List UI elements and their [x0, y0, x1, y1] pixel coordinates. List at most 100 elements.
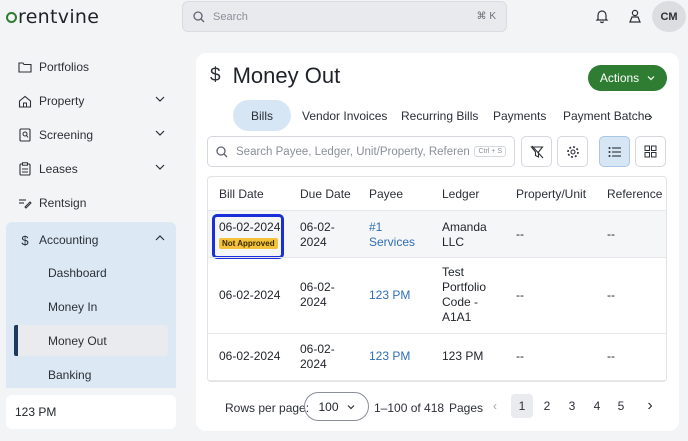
table-row[interactable]: 06-02-2024 Not Approved 06-02- 2024 #1 S… [208, 210, 666, 259]
rows-per-page-select[interactable]: 100 [304, 392, 369, 421]
payee-link[interactable]: 123 PM [369, 349, 410, 364]
column-header-reference[interactable]: Reference [607, 177, 662, 210]
bill-date: 06-02-2024 [219, 220, 281, 234]
prev-page-button[interactable]: ‹ [484, 394, 506, 418]
screening-icon [18, 128, 32, 142]
sidebar-subitem-money-in[interactable]: Money In [48, 292, 97, 322]
reference-cell: -- [607, 288, 615, 302]
chevron-left-icon: ‹ [493, 399, 497, 413]
tab-payment-batches[interactable]: Payment Batche [563, 100, 651, 131]
header-label: Property/Unit [516, 186, 587, 201]
tab-label: Recurring Bills [401, 108, 479, 123]
grid-icon [644, 145, 657, 158]
clipboard-icon [18, 162, 32, 176]
tab-payments[interactable]: Payments [493, 100, 546, 131]
payee-link[interactable]: 123 PM [369, 288, 410, 303]
chevron-down-icon [347, 404, 354, 409]
sidebar-item-screening[interactable]: Screening [15, 120, 177, 150]
sidebar-item-accounting[interactable]: $ Accounting [15, 225, 177, 255]
signature-icon [18, 196, 32, 210]
tab-label: Bills [250, 108, 273, 123]
due-date-line: 2024 [300, 357, 327, 371]
pagination-bar: Rows per page: 100 1–100 of 418 Pages ‹ … [196, 388, 679, 428]
due-date-line: 2024 [300, 235, 327, 249]
ledger-line: LLC [442, 235, 465, 249]
payee-link[interactable]: #1 Services [369, 220, 415, 250]
table-search-input[interactable]: Search Payee, Ledger, Unit/Property, Ref… [207, 136, 515, 167]
sidebar-item-label: Accounting [39, 233, 99, 247]
page-button-1[interactable]: 1 [511, 394, 533, 418]
avatar-initials: CM [660, 10, 678, 23]
search-icon [216, 145, 228, 157]
active-item-indicator [14, 325, 18, 356]
user-support-icon[interactable] [627, 8, 643, 24]
header-label: Payee [369, 186, 404, 201]
page-button-5[interactable]: 5 [610, 394, 632, 418]
actions-label: Actions [599, 71, 640, 85]
settings-button[interactable] [557, 136, 588, 167]
logo-text: rentvine [18, 6, 100, 28]
tab-bills[interactable]: Bills [233, 100, 291, 131]
table-search-shortcut: Ctrl + S [474, 146, 506, 157]
sidebar-item-property[interactable]: Property [15, 86, 177, 116]
payee-line: #1 [369, 220, 383, 234]
table-row[interactable]: 06-02-2024 06-02- 2024 123 PM Test Portf… [208, 257, 666, 333]
clear-filter-button[interactable] [521, 136, 552, 167]
next-page-button[interactable]: › [639, 394, 661, 418]
table-row[interactable]: 06-02-2024 06-02- 2024 123 PM 123 PM -- … [208, 333, 666, 380]
sidebar-item-portfolios[interactable]: Portfolios [15, 52, 177, 82]
list-icon [608, 146, 621, 157]
sidebar-item-label: Screening [39, 128, 94, 142]
sidebar-item-rentsign[interactable]: Rentsign [15, 188, 177, 218]
subitem-label: Dashboard [48, 266, 107, 280]
status-badge: Not Approved [219, 238, 278, 249]
tabs-scroll-right-icon[interactable]: › [648, 108, 653, 124]
column-header-property-unit[interactable]: Property/Unit [516, 177, 586, 210]
tab-recurring-bills[interactable]: Recurring Bills [401, 100, 478, 131]
chevron-down-icon [155, 164, 165, 170]
global-search-input[interactable]: Search ⌘ K [182, 1, 507, 32]
ledger-cell: Amanda LLC [442, 220, 487, 250]
column-header-due-date[interactable]: Due Date [300, 177, 351, 210]
column-header-ledger[interactable]: Ledger [442, 177, 479, 210]
property-unit-cell: -- [516, 288, 524, 302]
ledger-line: Code - [442, 295, 479, 309]
page-number: 5 [617, 399, 625, 413]
rentvine-logo[interactable]: rentvine [6, 7, 99, 27]
due-date-cell: 06-02- 2024 [300, 220, 335, 250]
sidebar-subitem-money-out[interactable]: Money Out [48, 326, 107, 356]
sidebar-subitem-dashboard[interactable]: Dashboard [48, 258, 107, 288]
chevron-up-icon [155, 235, 165, 241]
page-button-3[interactable]: 3 [561, 394, 583, 418]
grid-view-button[interactable] [635, 136, 666, 167]
header-label: Reference [607, 186, 663, 201]
actions-button[interactable]: Actions [588, 65, 667, 91]
bell-icon[interactable] [594, 8, 610, 24]
tab-vendor-invoices[interactable]: Vendor Invoices [302, 100, 387, 131]
list-view-button[interactable] [599, 136, 630, 167]
sidebar-item-leases[interactable]: Leases [15, 154, 177, 184]
subitem-label: Money In [48, 300, 98, 314]
sidebar-subitem-banking[interactable]: Banking [48, 360, 91, 390]
due-date-line: 06-02- [300, 220, 335, 234]
chevron-down-icon [647, 76, 655, 81]
due-date-line: 06-02- [300, 280, 335, 294]
column-header-payee[interactable]: Payee [369, 177, 403, 210]
property-selector[interactable]: 123 PM [6, 395, 176, 429]
page-button-4[interactable]: 4 [586, 394, 608, 418]
folder-icon [18, 60, 32, 74]
column-header-bill-date[interactable]: Bill Date [219, 177, 264, 210]
search-icon [193, 10, 205, 22]
rows-per-page-value: 100 [318, 399, 339, 414]
page-button-2[interactable]: 2 [536, 394, 558, 418]
header-label: Ledger [442, 186, 480, 201]
subitem-label: Money Out [48, 334, 107, 348]
sidebar-item-label: Property [39, 94, 85, 108]
top-bar: rentvine Search ⌘ K CM [0, 0, 688, 36]
sidebar-item-label: Portfolios [39, 60, 90, 74]
ledger-line: Portfolio [442, 280, 487, 294]
user-avatar[interactable]: CM [652, 1, 686, 32]
ledger-line: Amanda [442, 220, 487, 234]
tab-label: Payment Batche [563, 108, 652, 123]
chevron-down-icon [155, 96, 165, 102]
